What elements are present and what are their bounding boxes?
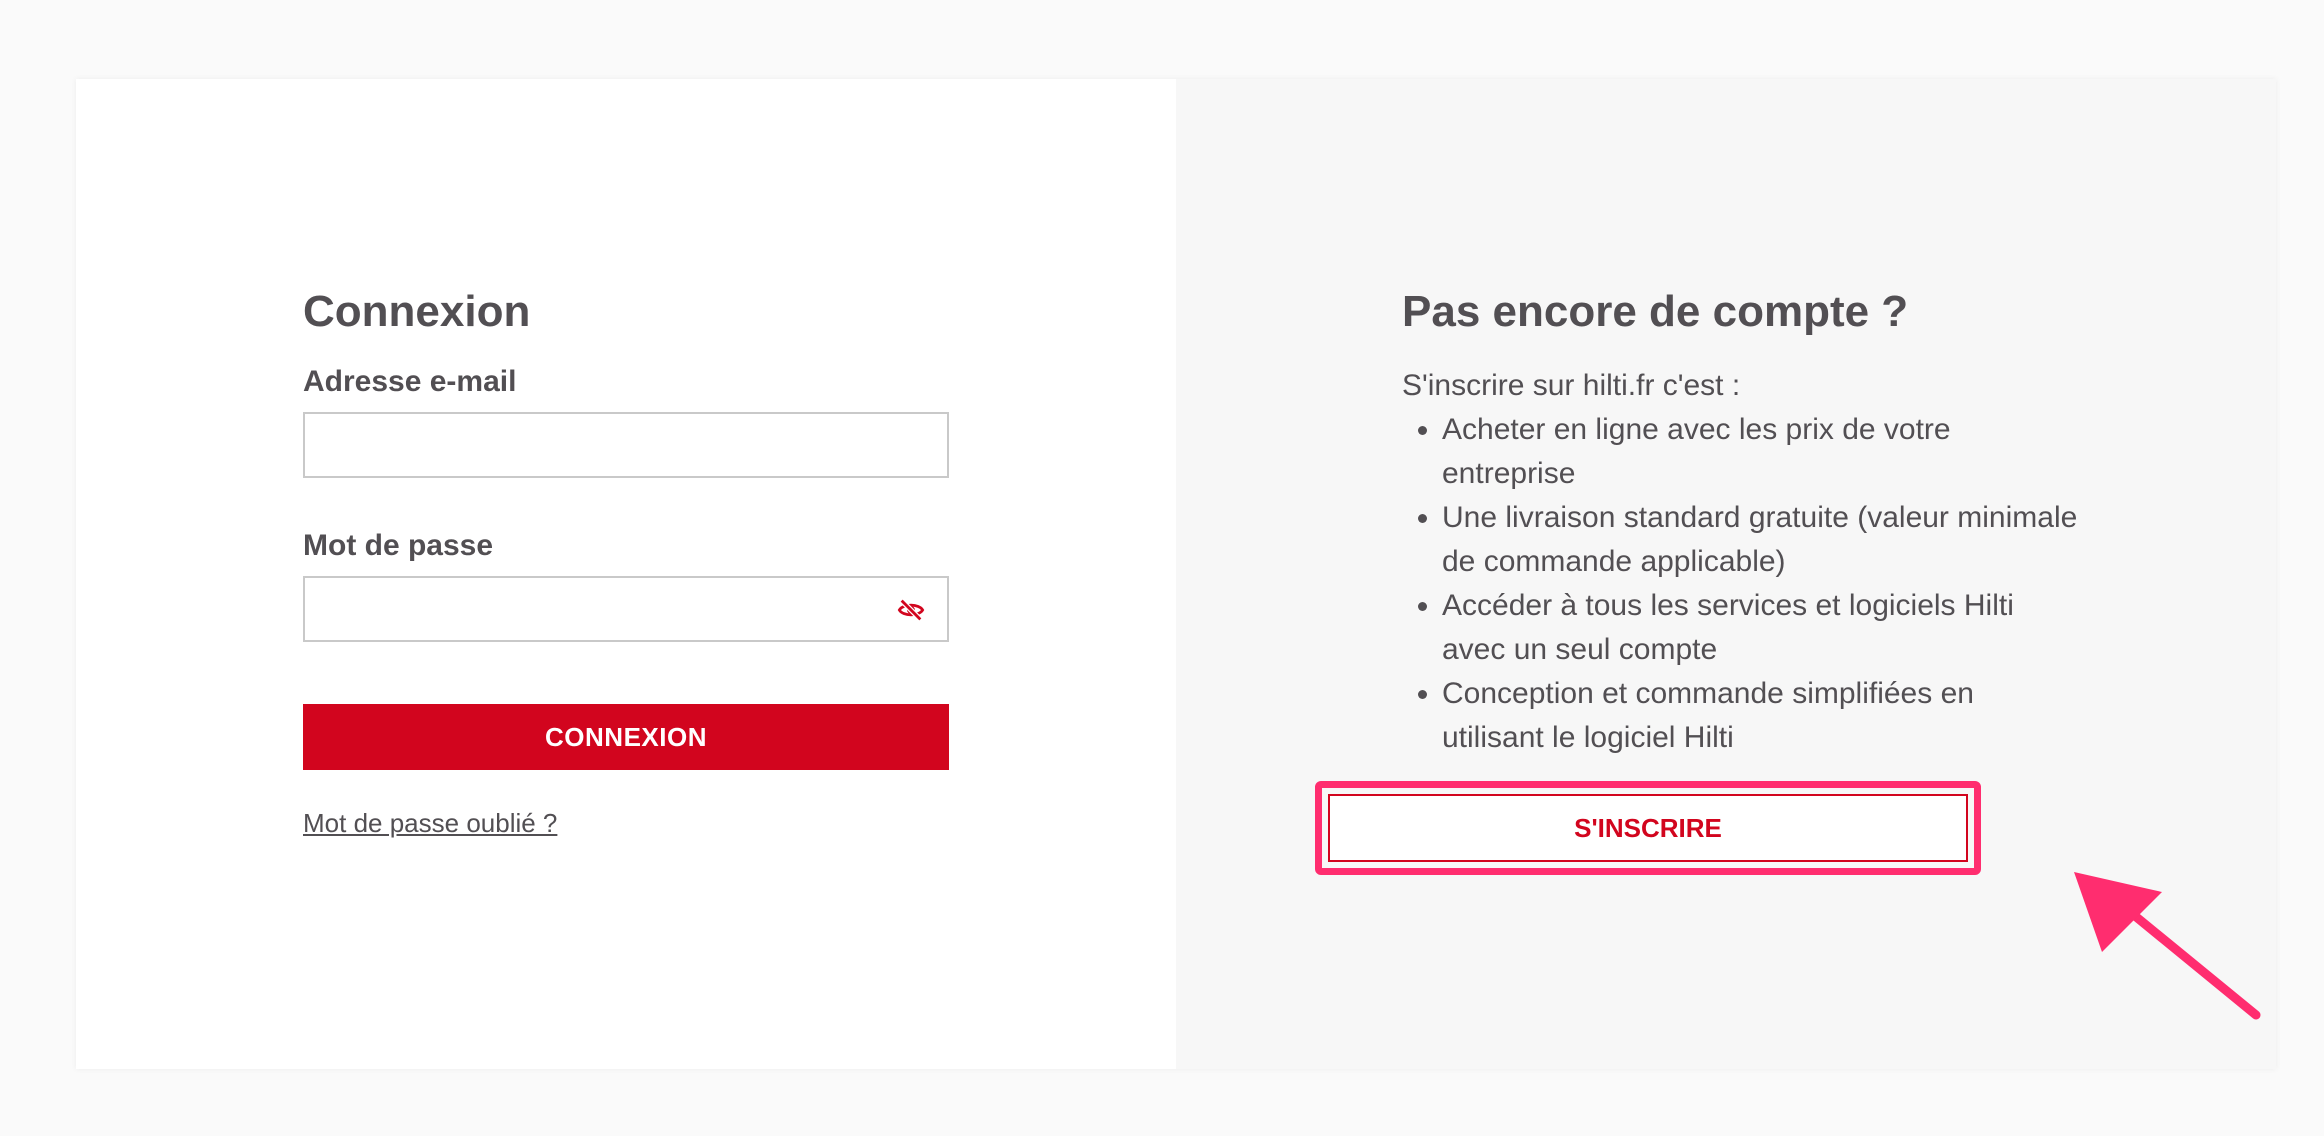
benefits-list: Acheter en ligne avec les prix de votre … xyxy=(1402,408,2082,760)
login-form: Connexion Adresse e-mail Mot de passe CO… xyxy=(303,284,949,839)
password-field[interactable] xyxy=(305,578,947,640)
benefit-item: Accéder à tous les services et logiciels… xyxy=(1442,584,2082,672)
register-intro: S'inscrire sur hilti.fr c'est : xyxy=(1402,369,1741,402)
email-field[interactable] xyxy=(305,414,947,476)
signup-button[interactable]: S'INSCRIRE xyxy=(1328,794,1968,862)
register-info: Pas encore de compte ? S'inscrire sur hi… xyxy=(1402,284,2082,760)
password-field-box xyxy=(303,576,949,642)
register-panel: Pas encore de compte ? S'inscrire sur hi… xyxy=(1176,79,2276,1069)
login-title: Connexion xyxy=(303,287,531,336)
signup-highlight: S'INSCRIRE xyxy=(1315,781,1981,875)
register-title: Pas encore de compte ? xyxy=(1402,287,1909,336)
password-label: Mot de passe xyxy=(303,529,494,562)
email-label: Adresse e-mail xyxy=(303,365,517,398)
auth-card: Connexion Adresse e-mail Mot de passe CO… xyxy=(76,79,2276,1069)
login-button[interactable]: CONNEXION xyxy=(303,704,949,770)
login-panel: Connexion Adresse e-mail Mot de passe CO… xyxy=(76,79,1176,1069)
email-field-box xyxy=(303,412,949,478)
benefit-item: Acheter en ligne avec les prix de votre … xyxy=(1442,408,2082,496)
benefit-item: Conception et commande simplifiées en ut… xyxy=(1442,672,2082,760)
eye-slash-icon[interactable] xyxy=(897,596,925,624)
forgot-password-link[interactable]: Mot de passe oublié ? xyxy=(303,808,557,839)
benefit-item: Une livraison standard gratuite (valeur … xyxy=(1442,496,2082,584)
